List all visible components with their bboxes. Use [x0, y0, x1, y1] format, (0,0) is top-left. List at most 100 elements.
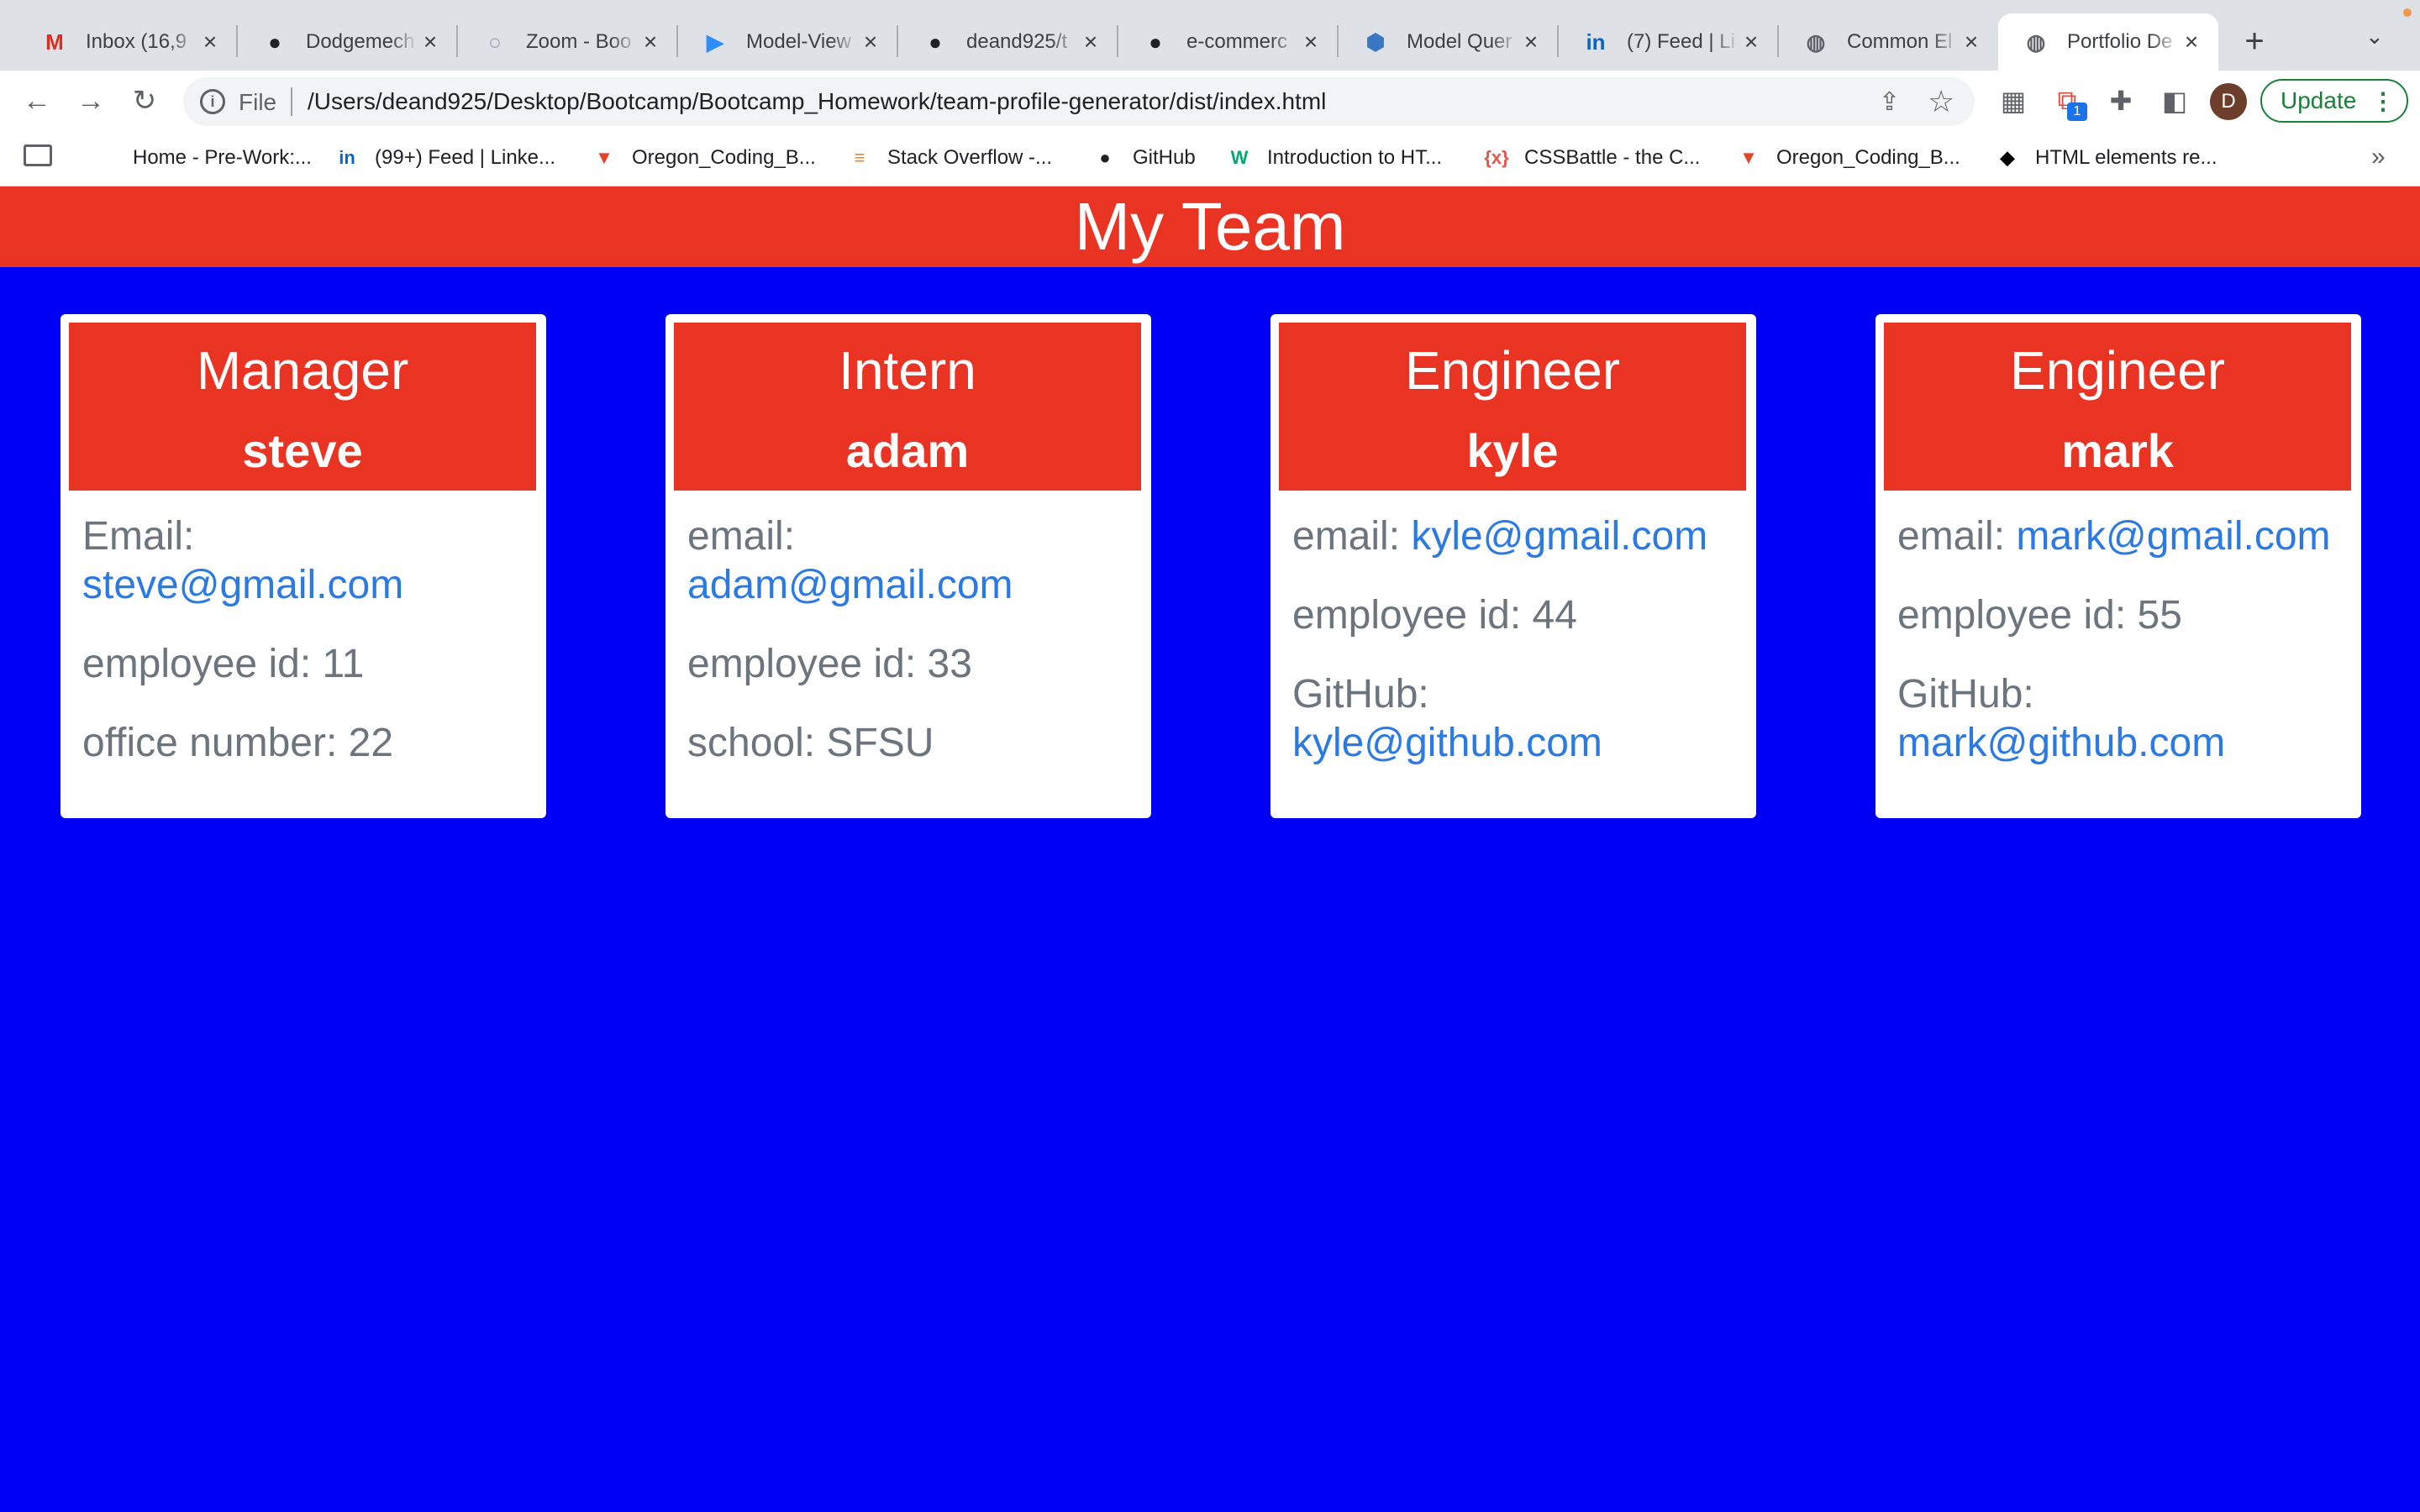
linkedin-icon: in: [1586, 29, 1606, 55]
extensions-puzzle-icon[interactable]: ✚: [2104, 84, 2138, 118]
card-role: Engineer: [2009, 340, 2226, 401]
browser-tab[interactable]: ● Dodgemech ×: [237, 13, 457, 71]
bookmark-item[interactable]: W Introduction to HT...: [1227, 139, 1443, 176]
bookmark-label: Oregon_Coding_B...: [632, 146, 816, 169]
tab-title: Model Quer: [1407, 30, 1512, 53]
globe-icon: ◍: [2026, 29, 2046, 55]
tab-close-icon[interactable]: ×: [1519, 29, 1543, 55]
card-email-line: email: adam@gmail.com: [687, 512, 1129, 610]
github-link[interactable]: kyle@github.com: [1292, 721, 1602, 765]
tab-close-icon[interactable]: ×: [1739, 29, 1763, 55]
browser-tab[interactable]: M Inbox (16,9 ×: [17, 13, 237, 71]
tab-close-icon[interactable]: ×: [418, 29, 442, 55]
recording-indicator-dot: [2403, 8, 2412, 17]
card-name: mark: [2061, 424, 2174, 478]
employee-id: employee id: 11: [82, 642, 365, 686]
browser-tab[interactable]: ▶ Model-View ×: [677, 13, 897, 71]
browser-tab[interactable]: ◍ Portfolio De ×: [1998, 13, 2218, 71]
tab-close-icon[interactable]: ×: [639, 29, 662, 55]
reload-icon[interactable]: ↻: [126, 82, 163, 119]
email-label: email:: [687, 514, 796, 559]
tab-close-icon[interactable]: ×: [859, 29, 882, 55]
tab-close-icon[interactable]: ×: [198, 29, 222, 55]
email-link[interactable]: kyle@gmail.com: [1411, 514, 1707, 559]
zoom-video-icon: ▶: [707, 29, 723, 55]
extra-info: office number: 22: [82, 721, 394, 765]
browser-tab[interactable]: ⬢ Model Quer ×: [1338, 13, 1558, 71]
bookmark-item[interactable]: ● GitHub: [1092, 139, 1195, 176]
tab-close-icon[interactable]: ×: [1960, 29, 1983, 55]
tab-separator: [456, 25, 458, 57]
tab-close-icon[interactable]: ×: [1079, 29, 1102, 55]
employee-card: Engineer mark email: mark@gmail.com employe…: [1876, 314, 2361, 818]
employee-id: employee id: 44: [1292, 593, 1577, 638]
card-extra-line: GitHub: kyle@github.com: [1292, 670, 1734, 768]
bookmark-star-icon[interactable]: ☆: [1928, 84, 1954, 119]
browser-tab[interactable]: in (7) Feed | Li ×: [1558, 13, 1778, 71]
tab-separator: [1777, 25, 1779, 57]
tab-title: Model-View: [746, 30, 851, 53]
bookmark-item[interactable]: ▼ Oregon_Coding_B...: [592, 139, 816, 176]
cssbattle-icon: {x}: [1484, 147, 1509, 168]
extra-info: GitHub:: [1292, 672, 1429, 717]
browser-tab[interactable]: ● e-commerc ×: [1118, 13, 1338, 71]
bookmark-item[interactable]: Home - Pre-Work:...: [92, 139, 312, 176]
card-email-line: Email: steve@gmail.com: [82, 512, 524, 610]
email-link[interactable]: mark@gmail.com: [2016, 514, 2330, 559]
bookmark-item[interactable]: {x} CSSBattle - the C...: [1484, 139, 1700, 176]
bookmarks-overflow-chevron-icon[interactable]: »: [2371, 143, 2386, 171]
address-divider: [291, 87, 292, 116]
github-icon: ●: [1099, 147, 1111, 168]
bookmark-label: Introduction to HT...: [1267, 146, 1443, 169]
email-link[interactable]: adam@gmail.com: [687, 563, 1013, 607]
tab-title: Portfolio De: [2067, 30, 2173, 53]
bookmark-item[interactable]: ▼ Oregon_Coding_B...: [1736, 139, 1960, 176]
apps-folder-icon[interactable]: [24, 144, 52, 166]
bookmark-item[interactable]: ◆ HTML elements re...: [1995, 139, 2217, 176]
card-body: email: kyle@gmail.com employee id: 44 GitH…: [1279, 491, 1748, 768]
extra-info: GitHub:: [1897, 672, 2034, 717]
tab-separator: [897, 25, 898, 57]
share-icon[interactable]: ⇪: [1879, 87, 1900, 117]
card-extra-line: school: SFSU: [687, 719, 1129, 768]
tab-search-chevron-icon[interactable]: ⌄: [2365, 24, 2384, 50]
back-arrow-icon[interactable]: ←: [18, 82, 55, 119]
page-title: My Team: [1074, 189, 1346, 264]
card-name: steve: [242, 424, 363, 478]
tab-close-icon[interactable]: ×: [1299, 29, 1323, 55]
tab-separator: [1337, 25, 1339, 57]
tab-title: e-commerc: [1186, 30, 1288, 53]
browser-tab[interactable]: ● deand925/t ×: [897, 13, 1118, 71]
bookmark-label: Oregon_Coding_B...: [1776, 146, 1960, 169]
bookmark-item[interactable]: in (99+) Feed | Linke...: [334, 139, 555, 176]
sequelize-icon: ⬢: [1365, 29, 1386, 55]
github-link[interactable]: mark@github.com: [1897, 721, 2225, 765]
email-label: email:: [1292, 514, 1401, 559]
employee-id: employee id: 55: [1897, 593, 2182, 638]
tab-close-icon[interactable]: ×: [2180, 29, 2203, 55]
tab-separator: [236, 25, 238, 57]
more-menu-icon[interactable]: ⋮: [2371, 87, 2395, 115]
calendar-extension-icon[interactable]: ▦: [1996, 84, 2030, 118]
email-link[interactable]: steve@gmail.com: [82, 563, 403, 607]
browser-tab[interactable]: ○ Zoom - Boo ×: [457, 13, 677, 71]
tab-title: Dodgemech: [306, 30, 415, 53]
w3schools-icon: W: [1230, 147, 1249, 168]
browser-tab[interactable]: ◍ Common El ×: [1778, 13, 1998, 71]
tab-strip: M Inbox (16,9 × ● Dodgemech × ○ Zoom - Boo × ▶ Mod…: [0, 0, 2420, 71]
update-button[interactable]: Update ⋮: [2260, 79, 2408, 123]
bookmark-label: (99+) Feed | Linke...: [375, 146, 556, 169]
card-body: Email: steve@gmail.com employee id: 11 off…: [69, 491, 538, 768]
forward-arrow-icon[interactable]: →: [72, 82, 109, 119]
bookmark-label: HTML elements re...: [2035, 146, 2217, 169]
tab-separator: [1117, 25, 1118, 57]
stackoverflow-icon: ≡: [854, 147, 865, 168]
bookmark-item[interactable]: ≡ Stack Overflow -...: [847, 139, 1052, 176]
address-url[interactable]: /Users/deand925/Desktop/Bootcamp/Bootcam…: [308, 88, 1326, 115]
site-info-icon[interactable]: i: [200, 89, 225, 114]
side-panel-icon[interactable]: ◧: [2158, 84, 2191, 118]
profile-avatar[interactable]: D: [2210, 83, 2247, 120]
address-bar[interactable]: i File /Users/deand925/Desktop/Bootcamp/…: [183, 77, 1975, 126]
new-tab-button[interactable]: +: [2235, 22, 2274, 60]
page-header: My Team: [0, 186, 2420, 267]
